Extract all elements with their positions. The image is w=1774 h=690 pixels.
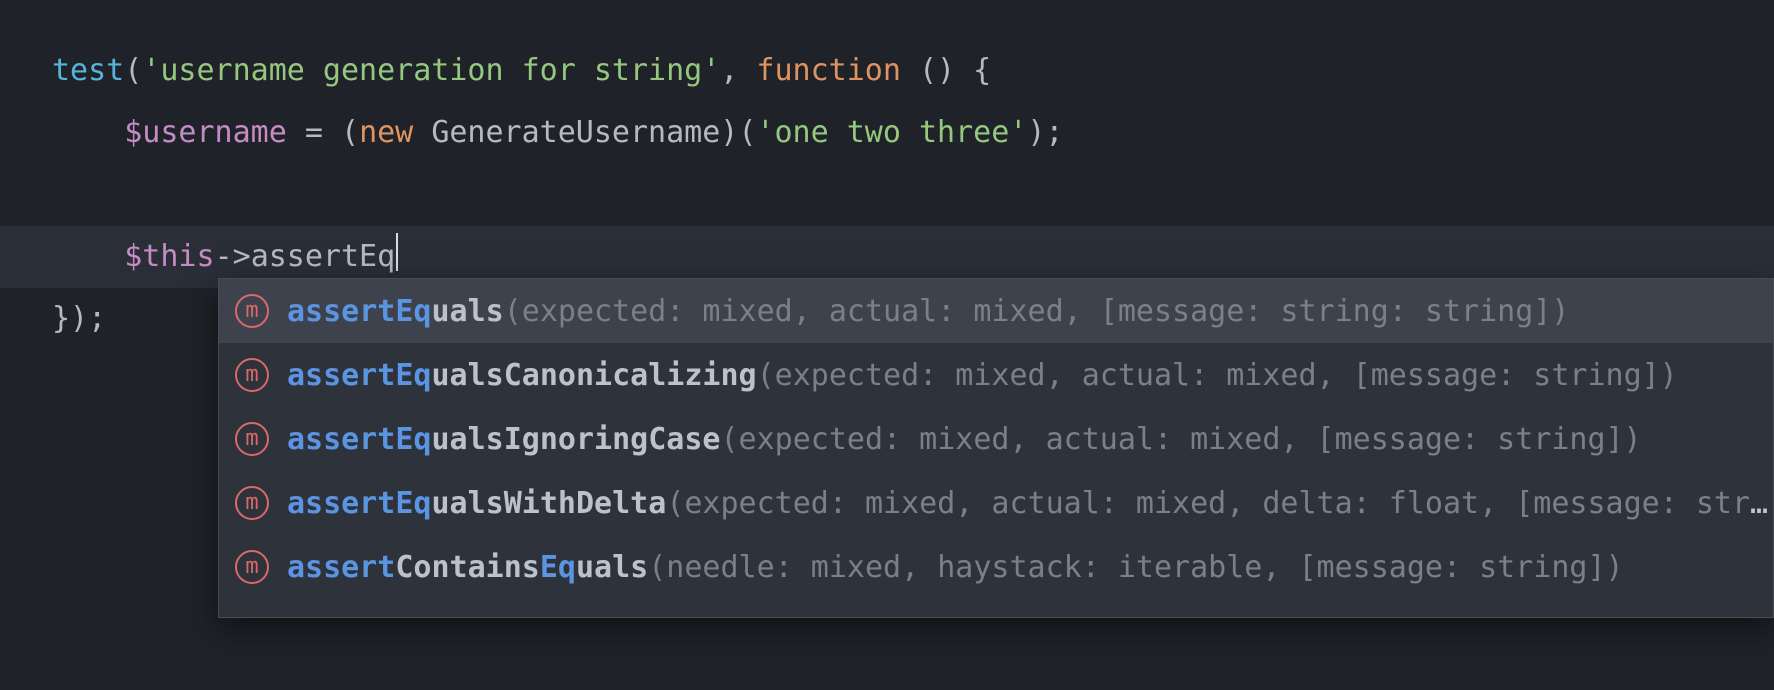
token-string: 'username generation for string' xyxy=(142,53,720,88)
autocomplete-item-label: assertEqualsWithDelta(expected: mixed, a… xyxy=(287,486,1773,521)
token-function-call: test xyxy=(52,53,124,88)
method-icon: m xyxy=(235,358,269,392)
token-punct: ; xyxy=(1045,115,1063,150)
autocomplete-popup[interactable]: m assertEquals(expected: mixed, actual: m… xyxy=(218,278,1774,618)
method-icon: m xyxy=(235,486,269,520)
token-variable: $this xyxy=(124,239,214,274)
autocomplete-item-label: assertEquals(expected: mixed, actual: mi… xyxy=(287,294,1773,329)
token-punct: ( xyxy=(124,53,142,88)
method-icon: m xyxy=(235,422,269,456)
token-punct: ) xyxy=(720,115,738,150)
method-icon: m xyxy=(235,550,269,584)
token-punct: () xyxy=(919,53,955,88)
token-keyword: function xyxy=(756,53,901,88)
token-indent xyxy=(52,239,124,274)
token-operator: = xyxy=(287,115,341,150)
token-space xyxy=(901,53,919,88)
token-blank xyxy=(52,177,70,212)
token-punct: ) xyxy=(1027,115,1045,150)
token-punct: }); xyxy=(52,301,106,336)
token-method: assertEq xyxy=(251,239,396,274)
code-editor[interactable]: test('username generation for string', f… xyxy=(0,0,1774,690)
code-line[interactable] xyxy=(0,164,1774,226)
token-punct: ( xyxy=(341,115,359,150)
token-punct: , xyxy=(720,53,756,88)
method-icon: m xyxy=(235,294,269,328)
autocomplete-item[interactable]: m assertEqualsIgnoringCase(expected: mixe… xyxy=(219,407,1773,471)
token-variable: $username xyxy=(124,115,287,150)
autocomplete-item[interactable]: m assertEquals(expected: mixed, actual: m… xyxy=(219,279,1773,343)
token-punct: { xyxy=(973,53,991,88)
autocomplete-item[interactable]: m assertContainsEquals(needle: mixed, hay… xyxy=(219,535,1773,599)
text-cursor xyxy=(396,233,398,271)
autocomplete-item[interactable]: m assertEqualsCanonicalizing(expected: mi… xyxy=(219,343,1773,407)
token-space xyxy=(955,53,973,88)
autocomplete-item[interactable]: m assertEqualsWithDelta(expected: mixed, … xyxy=(219,471,1773,535)
token-space xyxy=(413,115,431,150)
autocomplete-item-label: assertEqualsIgnoringCase(expected: mixed… xyxy=(287,422,1773,457)
autocomplete-item-label: assertContainsEquals(needle: mixed, hays… xyxy=(287,550,1773,585)
token-indent xyxy=(52,115,124,150)
token-operator: -> xyxy=(215,239,251,274)
token-keyword: new xyxy=(359,115,413,150)
code-line[interactable]: test('username generation for string', f… xyxy=(0,40,1774,102)
code-line[interactable]: $username = (new GenerateUsername)('one … xyxy=(0,102,1774,164)
token-string: 'one two three' xyxy=(756,115,1027,150)
token-class: GenerateUsername xyxy=(431,115,720,150)
token-punct: ( xyxy=(738,115,756,150)
autocomplete-item-label: assertEqualsCanonicalizing(expected: mix… xyxy=(287,358,1773,393)
